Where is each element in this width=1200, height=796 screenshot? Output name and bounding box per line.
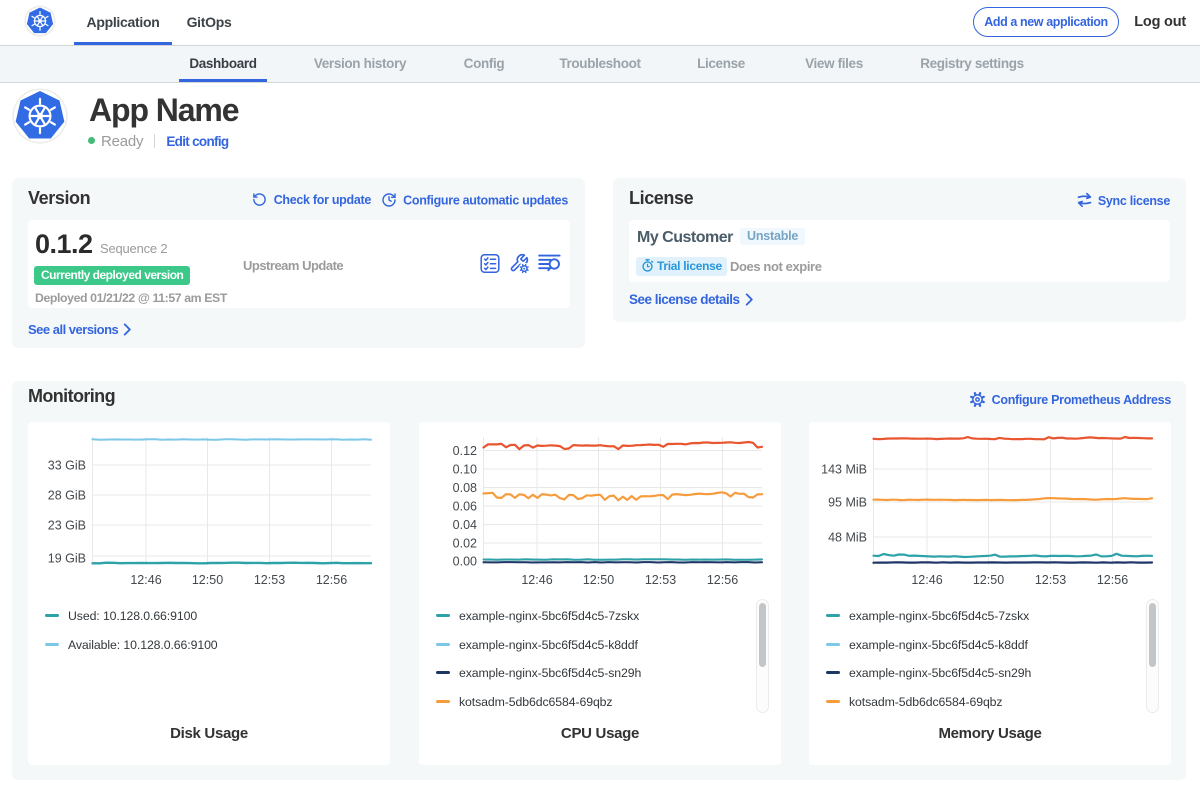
svg-text:12:53: 12:53 <box>645 573 676 587</box>
svg-text:12:46: 12:46 <box>911 573 942 587</box>
svg-text:0.00: 0.00 <box>453 555 477 569</box>
svg-text:33 GiB: 33 GiB <box>48 459 86 473</box>
svg-text:143 MiB: 143 MiB <box>821 463 867 477</box>
svg-text:0.12: 0.12 <box>453 444 477 458</box>
svg-text:12:56: 12:56 <box>316 573 347 587</box>
svg-text:12:46: 12:46 <box>521 573 552 587</box>
svg-text:48 MiB: 48 MiB <box>828 531 867 545</box>
svg-text:19 GiB: 19 GiB <box>48 552 86 566</box>
svg-text:0.06: 0.06 <box>453 500 477 514</box>
svg-text:0.10: 0.10 <box>453 463 477 477</box>
svg-text:12:56: 12:56 <box>707 573 738 587</box>
svg-text:0.02: 0.02 <box>453 537 477 551</box>
svg-text:95 MiB: 95 MiB <box>828 496 867 510</box>
svg-text:12:46: 12:46 <box>130 573 161 587</box>
svg-text:23 GiB: 23 GiB <box>48 519 86 533</box>
svg-text:12:50: 12:50 <box>583 573 614 587</box>
svg-text:12:56: 12:56 <box>1097 573 1128 587</box>
svg-text:12:50: 12:50 <box>973 573 1004 587</box>
svg-text:0.08: 0.08 <box>453 481 477 495</box>
svg-text:12:53: 12:53 <box>254 573 285 587</box>
svg-text:12:53: 12:53 <box>1035 573 1066 587</box>
svg-text:0.04: 0.04 <box>453 518 477 532</box>
svg-text:28 GiB: 28 GiB <box>48 489 86 503</box>
svg-text:12:50: 12:50 <box>192 573 223 587</box>
